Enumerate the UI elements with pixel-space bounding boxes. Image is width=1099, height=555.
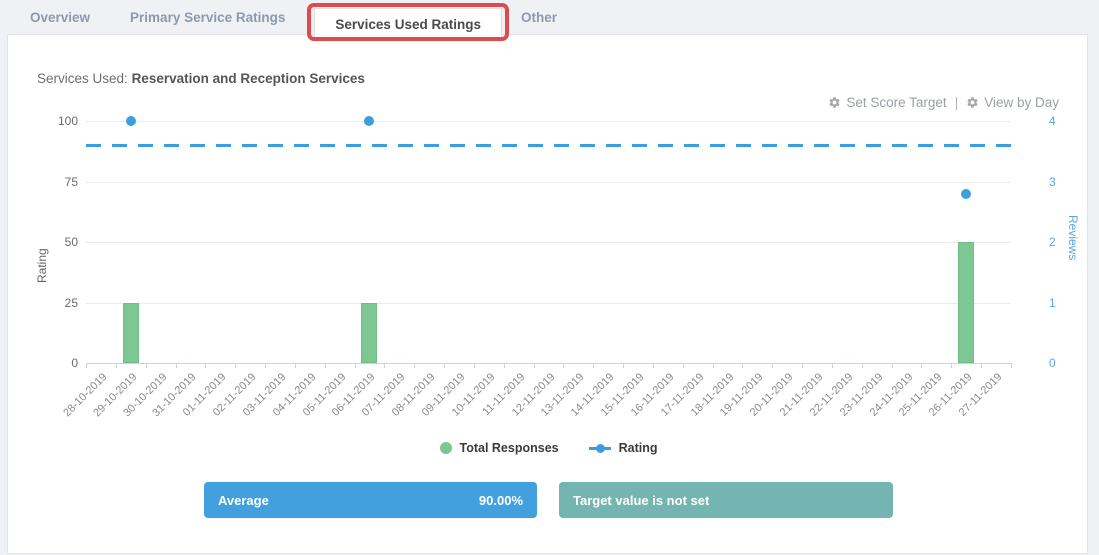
left-axis-tick-label: 100	[57, 114, 78, 128]
left-axis-tick-label: 25	[64, 295, 78, 310]
legend-item-total-responses[interactable]: Total Responses	[439, 441, 559, 455]
x-axis-tick	[831, 363, 833, 368]
total-responses-bar[interactable]	[122, 302, 139, 363]
x-axis-tick	[682, 363, 684, 368]
x-axis-tick	[205, 363, 207, 368]
x-axis-tick	[742, 363, 744, 368]
x-axis-tick	[503, 363, 505, 368]
left-axis-tick-label: 75	[64, 174, 78, 189]
x-axis-tick	[861, 363, 863, 368]
x-axis-tick	[712, 363, 714, 368]
left-axis-tick-label: 50	[64, 235, 78, 249]
average-box: Average 90.00%	[204, 482, 537, 518]
x-axis-tick	[623, 363, 625, 368]
x-axis-tick	[772, 363, 774, 368]
x-axis-tick	[414, 363, 416, 368]
x-axis-tick	[951, 363, 953, 368]
x-axis-line	[86, 363, 1011, 364]
h-gridline	[86, 242, 1011, 243]
tab-services-used-ratings[interactable]: Services Used Ratings	[314, 8, 502, 39]
right-axis-tick-label: 3	[1049, 174, 1056, 189]
x-axis-tick	[1011, 363, 1012, 368]
h-gridline	[86, 121, 1011, 122]
rating-dot[interactable]	[961, 188, 972, 199]
tab-primary-service-ratings[interactable]: Primary Service Ratings	[130, 10, 285, 25]
x-axis-tick	[473, 363, 475, 368]
x-axis-tick	[354, 363, 356, 368]
x-axis-tick	[265, 363, 267, 368]
x-axis-tick	[115, 363, 117, 368]
x-axis-tick	[444, 363, 446, 368]
x-axis-tick	[235, 363, 237, 368]
average-dashed-line	[86, 144, 1011, 148]
legend-label: Total Responses	[459, 441, 559, 455]
legend-line-dot-marker	[588, 442, 611, 454]
main-panel: Services Used: Reservation and Reception…	[7, 34, 1088, 554]
right-axis-tick-label: 4	[1049, 114, 1056, 128]
legend-circle-marker	[439, 442, 452, 454]
h-gridline	[86, 302, 1011, 304]
legend-label: Rating	[618, 441, 658, 455]
target-box: Target value is not set	[559, 482, 893, 518]
total-responses-bar[interactable]	[958, 242, 975, 363]
total-responses-bar[interactable]	[361, 302, 378, 363]
x-axis-tick	[86, 363, 87, 368]
x-axis-tick	[891, 363, 893, 368]
x-axis-tick	[652, 363, 654, 368]
x-axis-tick	[175, 363, 177, 368]
right-axis-tick-label: 1	[1049, 295, 1056, 310]
tab-bar: Overview Primary Service Ratings Service…	[0, 0, 1099, 41]
x-axis-tick	[533, 363, 535, 368]
x-axis-tick	[921, 363, 923, 368]
x-axis-date-label: 27-11-2019	[956, 371, 1005, 419]
x-axis-tick	[563, 363, 565, 368]
chart: Rating Reviews 0 25 50 75 100 0 1 2 3 4 28-10-2019…	[8, 35, 1089, 555]
x-axis-tick	[593, 363, 595, 368]
h-gridline	[86, 181, 1011, 183]
x-axis-tick	[294, 363, 296, 368]
chart-legend: Total Responses Rating	[86, 439, 1011, 457]
x-axis-tick	[384, 363, 386, 368]
rating-dot[interactable]	[364, 116, 375, 126]
average-value: 90.00%	[478, 492, 523, 508]
right-axis-tick-label: 2	[1049, 235, 1056, 249]
tab-active-wrap: Services Used Ratings	[307, 0, 509, 41]
target-text: Target value is not set	[573, 492, 710, 508]
right-axis-tick-label: 0	[1049, 356, 1056, 370]
x-axis-tick	[802, 363, 804, 368]
rating-dot[interactable]	[125, 116, 136, 126]
left-axis-tick-label: 0	[71, 356, 78, 370]
x-axis-tick	[145, 363, 147, 368]
x-axis-tick	[981, 363, 983, 368]
tab-other[interactable]: Other	[521, 10, 557, 25]
legend-item-rating[interactable]: Rating	[588, 441, 658, 455]
x-axis-tick	[324, 363, 326, 368]
tab-overview[interactable]: Overview	[30, 10, 90, 25]
average-label: Average	[218, 492, 269, 508]
